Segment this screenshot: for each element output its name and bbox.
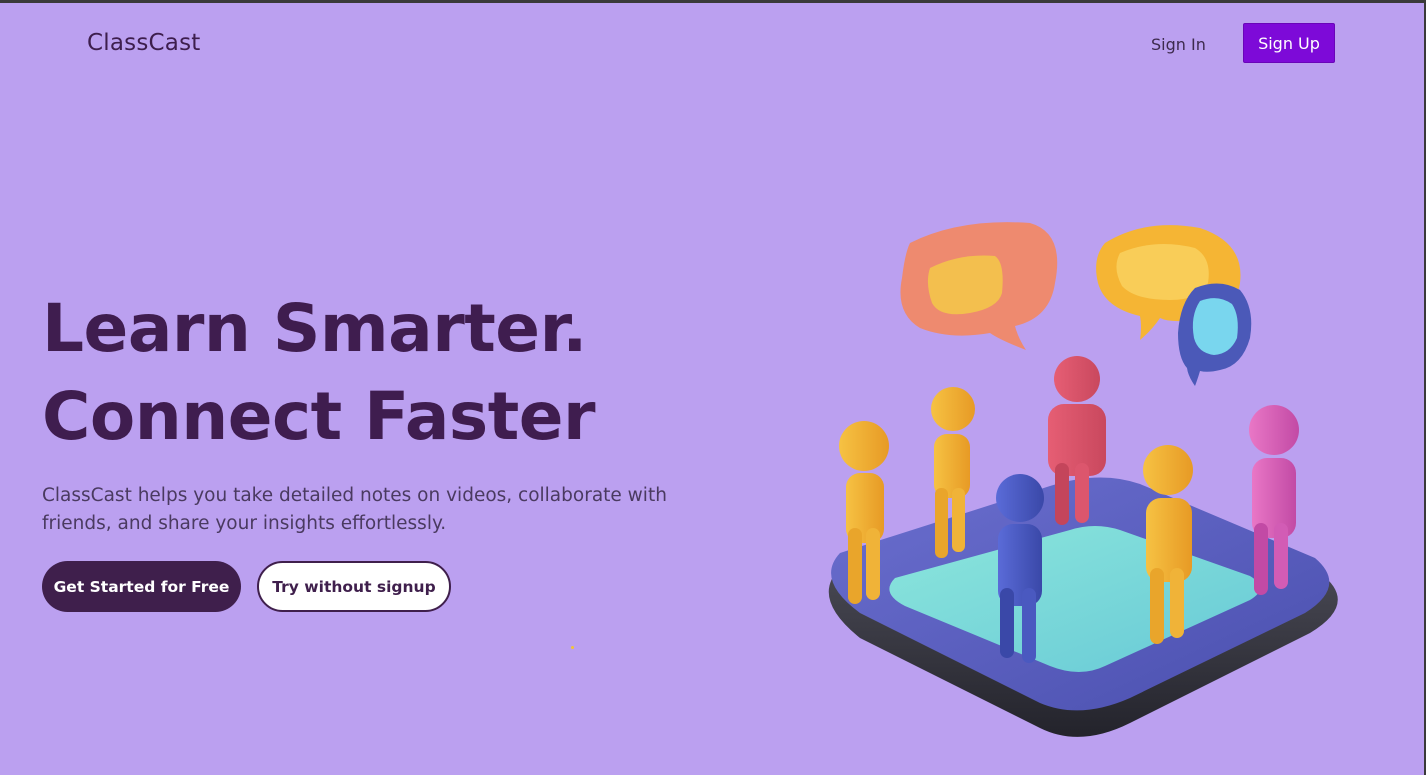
speech-bubble-blue-icon <box>1178 283 1252 386</box>
try-without-signup-button[interactable]: Try without signup <box>257 561 451 612</box>
get-started-button[interactable]: Get Started for Free <box>42 561 241 612</box>
hero-headline-line-1: Learn Smarter. <box>42 290 587 367</box>
hero-headline-line-2: Connect Faster <box>42 378 596 455</box>
hero-headline: Learn Smarter. Connect Faster <box>42 285 596 461</box>
decorative-dot <box>571 646 574 649</box>
community-people-chat-illustration <box>828 222 1338 737</box>
hero-description: ClassCast helps you take detailed notes … <box>42 485 667 534</box>
speech-bubble-orange-icon <box>900 222 1058 350</box>
brand-logo[interactable]: ClassCast <box>87 30 200 56</box>
sign-in-link[interactable]: Sign In <box>1151 35 1206 54</box>
sign-up-button[interactable]: Sign Up <box>1243 23 1335 63</box>
landing-page: ClassCast Sign In Sign Up Learn Smarter.… <box>0 3 1424 775</box>
